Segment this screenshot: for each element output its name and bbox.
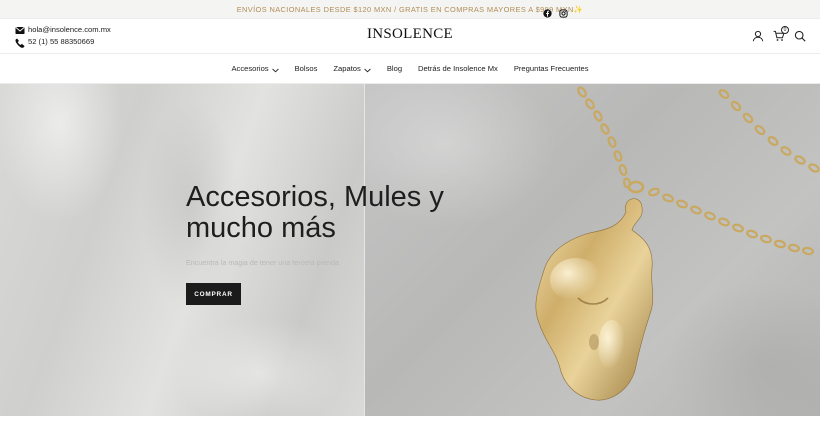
hero-fabric-background bbox=[0, 84, 364, 416]
nav-item-zapatos[interactable]: Zapatos bbox=[333, 64, 371, 73]
email-row[interactable]: hola@insolence.com.mx bbox=[15, 24, 111, 36]
announcement-text: ENVÍOS NACIONALES DESDE $120 MXN / GRATI… bbox=[236, 5, 584, 14]
main-nav: Accesorios Bolsos Zapatos Blog Detrás de… bbox=[0, 54, 820, 84]
phone-row[interactable]: 52 (1) 55 88350669 bbox=[15, 36, 111, 48]
nav-item-label: Detrás de Insolence Mx bbox=[418, 64, 498, 73]
hero-title: Accesorios, Mules y mucho más bbox=[186, 181, 444, 244]
page-bottom-spacer bbox=[0, 416, 820, 436]
chevron-down-icon bbox=[271, 66, 279, 73]
nav-item-label: Preguntas Frecuentes bbox=[513, 64, 589, 73]
cart-icon[interactable]: 0 bbox=[773, 26, 789, 41]
announcement-bar: ENVÍOS NACIONALES DESDE $120 MXN / GRATI… bbox=[0, 0, 820, 19]
account-icon[interactable] bbox=[752, 29, 764, 42]
phone-icon bbox=[15, 38, 25, 48]
hero-subtitle: Encuentra la magia de tener una tercera … bbox=[186, 258, 340, 267]
site-logo[interactable]: INSOLENCE bbox=[350, 26, 470, 43]
necklace-pendant-image bbox=[535, 86, 820, 401]
header-actions: 0 bbox=[752, 26, 806, 42]
nav-item-bolsos[interactable]: Bolsos bbox=[295, 64, 318, 73]
search-icon[interactable] bbox=[794, 29, 806, 42]
nav-item-accesorios[interactable]: Accesorios bbox=[231, 64, 279, 73]
envelope-icon bbox=[15, 26, 25, 35]
nav-item-faq[interactable]: Preguntas Frecuentes bbox=[514, 64, 589, 73]
nav-item-label: Zapatos bbox=[333, 64, 361, 73]
nav-item-label: Blog bbox=[386, 64, 403, 73]
nav-item-label: Accesorios bbox=[231, 64, 269, 73]
shop-button[interactable]: COMPRAR bbox=[186, 283, 241, 305]
nav-item-label: Bolsos bbox=[294, 64, 318, 73]
site-header: hola@insolence.com.mx 52 (1) 55 88350669… bbox=[0, 19, 820, 54]
phone-link[interactable]: 52 (1) 55 88350669 bbox=[28, 36, 94, 48]
nav-item-detras[interactable]: Detrás de Insolence Mx bbox=[418, 64, 498, 73]
nav-item-blog[interactable]: Blog bbox=[387, 64, 402, 73]
cart-count-badge: 0 bbox=[781, 26, 789, 34]
chevron-down-icon bbox=[364, 66, 371, 73]
instagram-icon[interactable] bbox=[559, 5, 568, 18]
social-links bbox=[543, 5, 568, 18]
contact-info: hola@insolence.com.mx 52 (1) 55 88350669 bbox=[15, 24, 111, 48]
hero-banner: Accesorios, Mules y mucho más Encuentra … bbox=[0, 84, 820, 416]
email-link[interactable]: hola@insolence.com.mx bbox=[28, 24, 111, 36]
facebook-icon[interactable] bbox=[543, 5, 552, 18]
